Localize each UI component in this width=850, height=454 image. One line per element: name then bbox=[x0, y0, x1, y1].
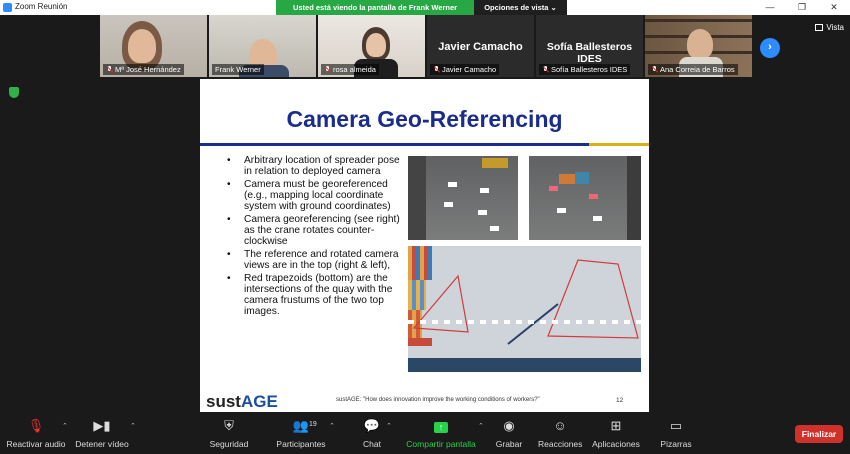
participant-name-tag: Ana Correia de Barros bbox=[648, 64, 738, 75]
share-options-caret[interactable]: ⌃ bbox=[478, 422, 484, 430]
window-controls: — ❐ ✕ bbox=[754, 0, 850, 15]
unmute-button[interactable]: 🎙 Reactivar audio bbox=[6, 418, 66, 449]
apps-grid-icon: ⊞ bbox=[610, 418, 622, 433]
view-options-button[interactable]: Opciones de vista ⌄ bbox=[474, 0, 567, 15]
bullet-item: Arbitrary location of spreader pose in r… bbox=[227, 155, 407, 177]
bullet-item: The reference and rotated camera views a… bbox=[227, 249, 407, 271]
participant-name-tag: rosa almeida bbox=[321, 64, 379, 75]
muted-microphone-icon: 🎙 bbox=[27, 418, 45, 433]
sustage-logo: sustAGE bbox=[206, 392, 290, 415]
stop-video-button[interactable]: ▶▮ Detener vídeo bbox=[74, 418, 130, 449]
bullet-item: Red trapezoids (bottom) are the intersec… bbox=[227, 273, 407, 317]
water-area bbox=[408, 358, 641, 372]
reactions-button[interactable]: ☺ Reacciones bbox=[538, 418, 582, 449]
record-icon: ◉ bbox=[503, 418, 515, 433]
participant-tile-active-speaker[interactable]: Frank Werner bbox=[209, 15, 316, 77]
participant-tile[interactable]: Ana Correia de Barros bbox=[645, 15, 752, 77]
reference-camera-view-image bbox=[408, 156, 518, 240]
muted-mic-icon bbox=[324, 66, 331, 73]
participant-tile[interactable]: rosa almeida bbox=[318, 15, 425, 77]
chat-bubble-icon: 💬 bbox=[363, 418, 381, 433]
video-camera-icon: ▶▮ bbox=[93, 418, 111, 433]
bullet-item: Camera georeferencing (see right) as the… bbox=[227, 214, 407, 247]
muted-mic-icon bbox=[106, 66, 113, 73]
whiteboard-icon: ▭ bbox=[669, 418, 683, 433]
participant-display-name: Sofía Ballesteros IDES bbox=[546, 41, 633, 65]
zoom-app-icon bbox=[3, 3, 12, 12]
record-button[interactable]: ◉ Grabar bbox=[490, 418, 528, 449]
restore-button[interactable]: ❐ bbox=[786, 0, 818, 15]
chat-button[interactable]: 💬 Chat bbox=[360, 418, 384, 449]
view-toggle[interactable]: Vista bbox=[815, 23, 844, 32]
slide-bullet-list: Arbitrary location of spreader pose in r… bbox=[227, 155, 407, 319]
participant-name-tag: Frank Werner bbox=[212, 64, 264, 75]
audio-options-caret[interactable]: ⌃ bbox=[62, 422, 68, 430]
participant-name-tag: Javier Camacho bbox=[430, 64, 500, 75]
slide-title: Camera Geo-Referencing bbox=[286, 106, 563, 132]
participant-name-tag: Sofía Ballesteros IDES bbox=[539, 64, 631, 75]
slide-number: 12 bbox=[616, 397, 624, 404]
participant-tile[interactable]: Sofía Ballesteros IDES Sofía Ballesteros… bbox=[536, 15, 643, 77]
muted-mic-icon bbox=[433, 66, 440, 73]
participant-tile[interactable]: Mª José Hernández bbox=[100, 15, 207, 77]
minimize-button[interactable]: — bbox=[754, 0, 786, 15]
next-page-button[interactable]: › bbox=[760, 38, 780, 58]
participant-tile[interactable]: Javier Camacho Javier Camacho bbox=[427, 15, 534, 77]
meeting-toolbar: 🎙 Reactivar audio ⌃ ▶▮ Detener vídeo ⌃ ⛨… bbox=[0, 412, 850, 454]
end-meeting-button[interactable]: Finalizar bbox=[795, 425, 843, 443]
participant-count-badge: 19 bbox=[309, 421, 317, 428]
screen-share-banner: Usted está viendo la pantalla de Frank W… bbox=[276, 0, 474, 15]
chevron-right-icon: › bbox=[768, 41, 772, 53]
participants-icon: 👥 bbox=[292, 418, 310, 433]
smiley-icon: ☺ bbox=[553, 418, 567, 433]
participant-name-tag: Mª José Hernández bbox=[103, 64, 184, 75]
encryption-shield-icon bbox=[9, 87, 19, 98]
muted-mic-icon bbox=[542, 66, 549, 73]
quay-aerial-map-image bbox=[408, 246, 641, 372]
participants-options-caret[interactable]: ⌃ bbox=[329, 422, 335, 430]
shield-icon: ⛨ bbox=[224, 418, 234, 433]
window-title: Zoom Reunión bbox=[15, 2, 68, 11]
grid-view-icon bbox=[815, 24, 824, 31]
participant-strip: Mª José Hernández Frank Werner rosa alme… bbox=[100, 15, 752, 77]
bullet-item: Camera must be georeferenced (e.g., mapp… bbox=[227, 179, 407, 212]
red-trapezoid-overlay bbox=[412, 259, 639, 345]
chat-options-caret[interactable]: ⌃ bbox=[386, 422, 392, 430]
rotated-camera-view-image bbox=[529, 156, 641, 240]
whiteboards-button[interactable]: ▭ Pizarras bbox=[658, 418, 694, 449]
participants-button[interactable]: 👥 Participantes bbox=[274, 418, 328, 449]
muted-mic-icon bbox=[651, 66, 658, 73]
slide-footer: sustAGE: "How does innovation improve th… bbox=[336, 397, 540, 403]
shared-screen-slide: Camera Geo-Referencing Arbitrary locatio… bbox=[200, 79, 649, 416]
title-divider bbox=[200, 143, 649, 146]
share-screen-button[interactable]: ↑ Compartir pantalla bbox=[404, 418, 478, 449]
video-options-caret[interactable]: ⌃ bbox=[130, 422, 136, 430]
apps-button[interactable]: ⊞ Aplicaciones bbox=[592, 418, 640, 449]
participant-display-name: Javier Camacho bbox=[438, 41, 523, 53]
security-button[interactable]: ⛨ Seguridad bbox=[206, 418, 252, 449]
share-screen-icon: ↑ bbox=[404, 418, 478, 434]
close-button[interactable]: ✕ bbox=[818, 0, 850, 15]
